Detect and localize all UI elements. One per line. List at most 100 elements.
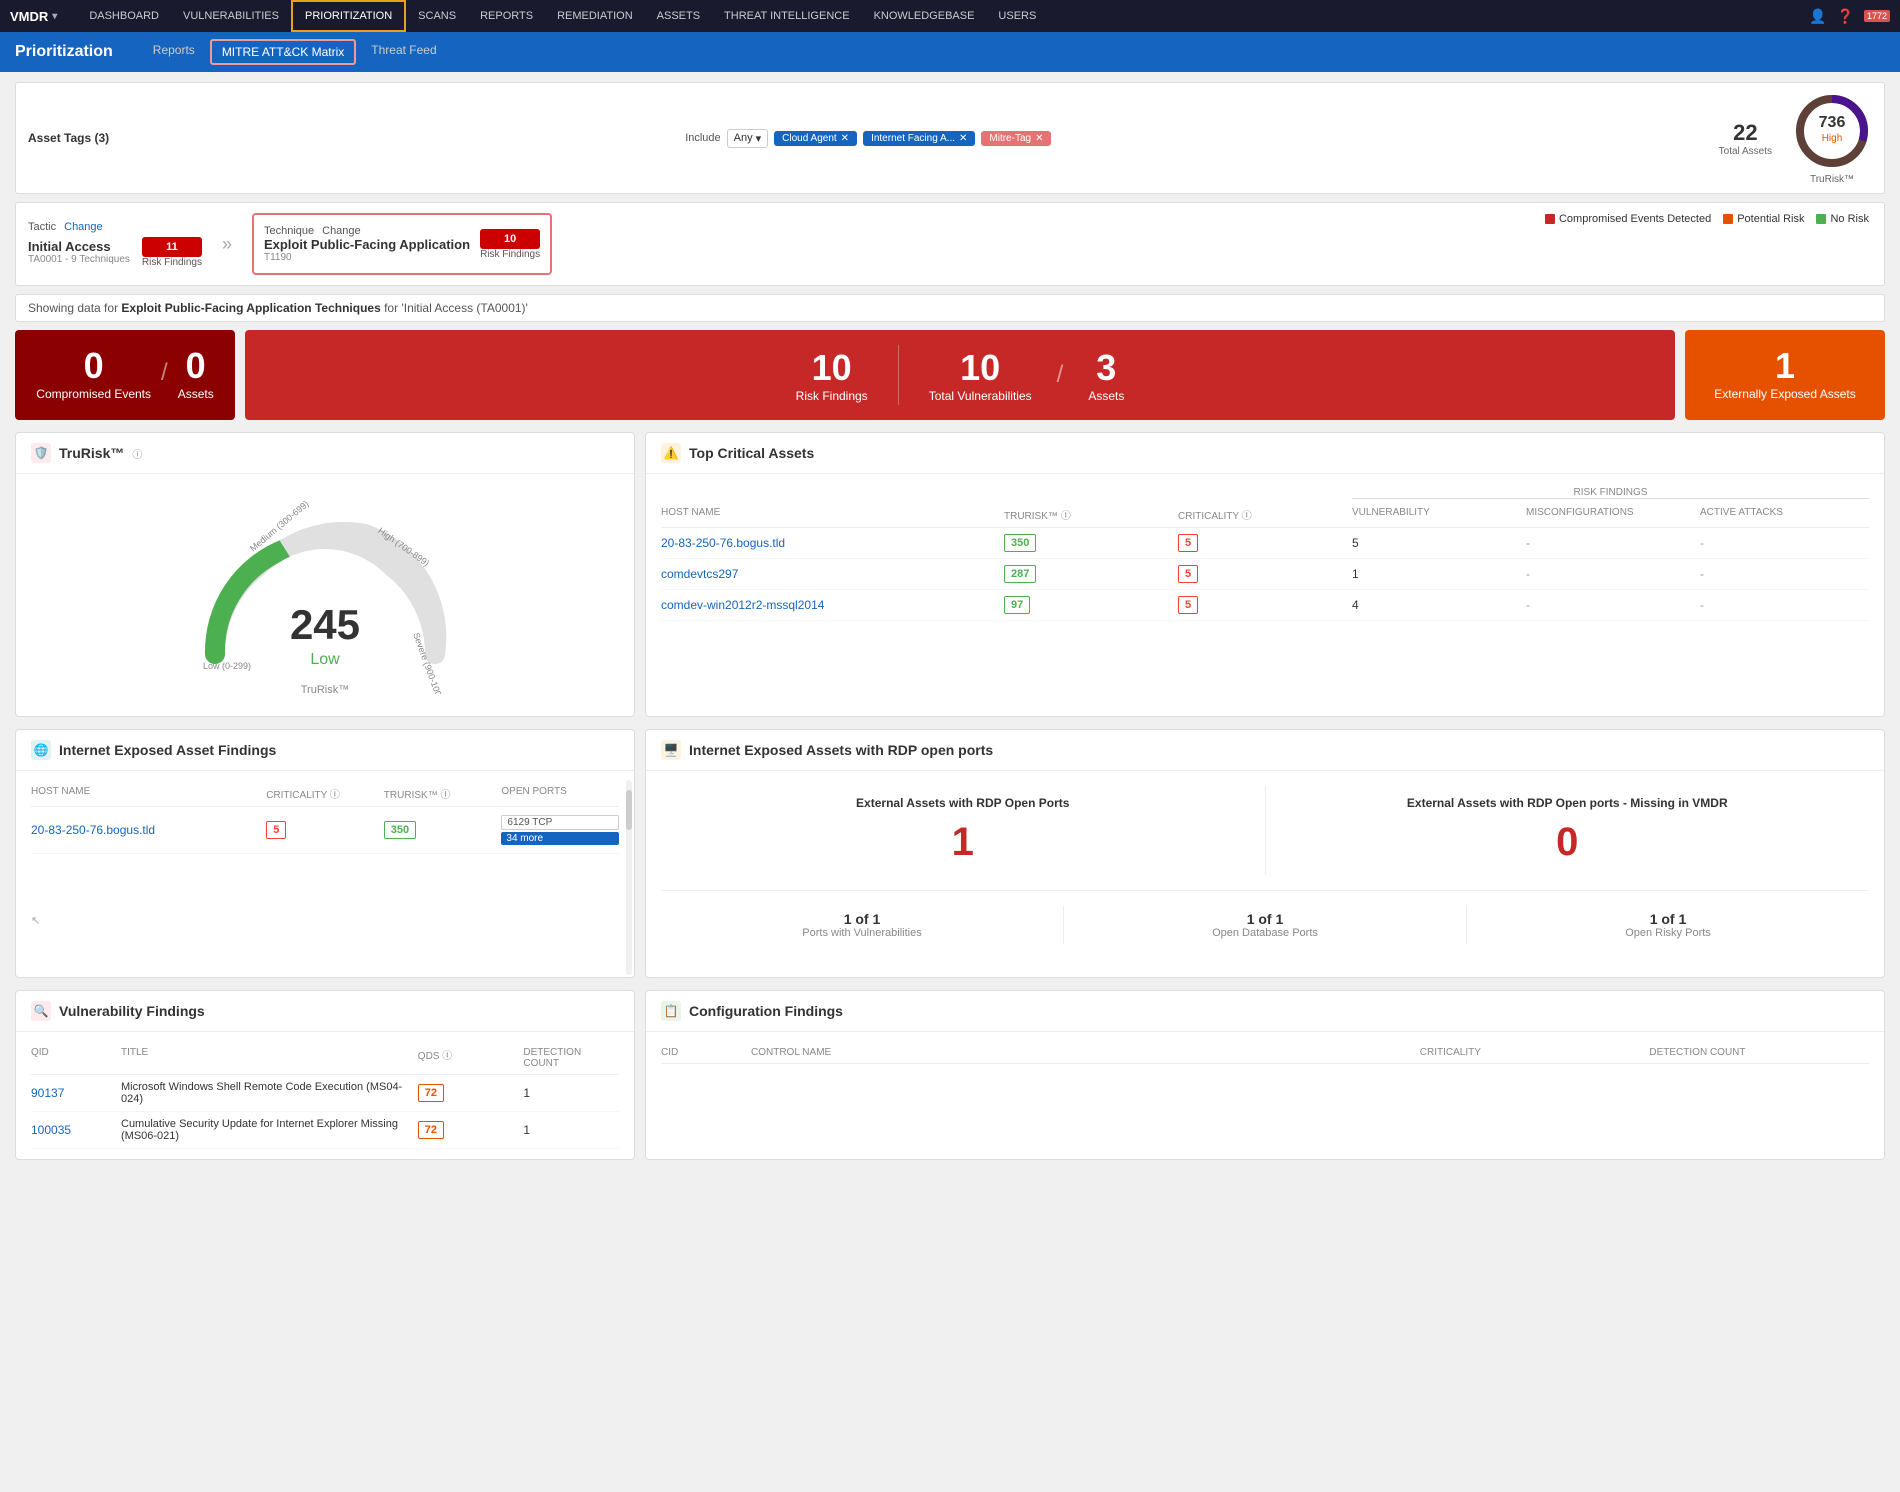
total-assets: 22 Total Assets (1719, 120, 1772, 157)
subnav-reports[interactable]: Reports (143, 39, 205, 65)
critical-assets-col-headers: HOST NAME TRURISK™ ⓘ CRITICALITY ⓘ VULNE… (661, 502, 1869, 528)
crit-col-info[interactable]: ⓘ (1242, 511, 1252, 522)
crit-info-icon[interactable]: ⓘ (330, 790, 340, 801)
tactic-badge-container: 11 Risk Findings (142, 237, 202, 268)
cursor-area: ↖ (16, 864, 634, 977)
detection-2: 1 (523, 1123, 619, 1137)
qid-link-1[interactable]: 90137 (31, 1086, 111, 1100)
trurisk-info-icon-exp[interactable]: ⓘ (440, 790, 450, 801)
technique-label: Technique Change (264, 225, 470, 237)
include-label: Include (685, 132, 720, 144)
col-vulnerability: VULNERABILITY (1352, 507, 1521, 522)
nav-users[interactable]: USERS (986, 0, 1048, 32)
more-ports-tag[interactable]: 34 more (501, 832, 619, 845)
vuln-icon: 🔍 (31, 1001, 51, 1021)
user-icon[interactable]: 👤 (1809, 8, 1826, 25)
tag-mitre[interactable]: Mitre-Tag ✕ (981, 131, 1051, 146)
remove-tag-cloud-agent[interactable]: ✕ (841, 133, 849, 144)
rdp-header: 🖥️ Internet Exposed Assets with RDP open… (646, 730, 1884, 771)
vuln-panel: 🔍 Vulnerability Findings QID TITLE QDS ⓘ… (15, 990, 635, 1160)
trurisk-info-icon[interactable]: ⓘ (132, 446, 142, 461)
host-link-2[interactable]: comdevtcs297 (661, 567, 999, 581)
qds-score-1: 72 (418, 1084, 514, 1102)
tactic-section: Tactic Change Initial Access TA0001 - 9 … (15, 202, 1885, 286)
asset-row-1: 20-83-250-76.bogus.tld 5 350 6129 TCP 34… (31, 807, 619, 854)
card-compromised: 0 Compromised Events / 0 Assets (15, 330, 235, 420)
nav-dashboard[interactable]: DASHBOARD (77, 0, 171, 32)
misconfig-2: - (1526, 567, 1695, 581)
remove-tag-mitre[interactable]: ✕ (1035, 133, 1043, 144)
nav-prioritization[interactable]: PRIORITIZATION (291, 0, 406, 32)
qid-link-2[interactable]: 100035 (31, 1123, 111, 1137)
technique-change-link[interactable]: Change (322, 225, 361, 237)
summary-cards: 0 Compromised Events / 0 Assets 10 Risk … (15, 330, 1885, 420)
nav-threat-intelligence[interactable]: THREAT INTELLIGENCE (712, 0, 862, 32)
attacks-3: - (1700, 598, 1869, 612)
nav-scans[interactable]: SCANS (406, 0, 468, 32)
nav-assets[interactable]: ASSETS (645, 0, 712, 32)
total-vuln-group: 10 Total Vulnerabilities (929, 347, 1032, 403)
col-active-attacks: ACTIVE ATTACKS (1700, 507, 1869, 522)
col-cid: CID (661, 1047, 741, 1058)
logo-chevron[interactable]: ▾ (52, 11, 57, 22)
card-risk-findings: 10 Risk Findings 10 Total Vulnerabilitie… (245, 330, 1675, 420)
asset-tags-title: Asset Tags (3) (28, 131, 675, 145)
trurisk-col-info[interactable]: ⓘ (1061, 511, 1071, 522)
col-crit: CRITICALITY ⓘ (266, 786, 384, 801)
crit-score-1: 5 (1178, 534, 1347, 552)
tag-filter: Include Any ▾ Cloud Agent ✕ Internet Fac… (685, 129, 1051, 148)
any-dropdown[interactable]: Any ▾ (727, 129, 769, 148)
critical-row-3: comdev-win2012r2-mssql2014 97 5 4 - - (661, 590, 1869, 621)
card1-assets-group: 0 Assets (178, 345, 214, 401)
top-navigation: VMDR ▾ DASHBOARD VULNERABILITIES PRIORIT… (0, 0, 1900, 32)
internet-exposed-table: HOST NAME CRITICALITY ⓘ TRURISK™ ⓘ OPEN … (16, 771, 634, 864)
stats-right: 22 Total Assets 736 High TruRisk™ (1719, 91, 1872, 185)
tag-internet-facing[interactable]: Internet Facing A... ✕ (863, 131, 975, 146)
row-exposed-rdp: 🌐 Internet Exposed Asset Findings HOST N… (15, 729, 1885, 978)
vuln-1: 5 (1352, 536, 1521, 550)
tactic-change-link[interactable]: Change (64, 221, 103, 233)
subnav-mitre[interactable]: MITRE ATT&CK Matrix (210, 39, 356, 65)
card2-assets-group: 3 Assets (1088, 347, 1124, 403)
tag-cloud-agent[interactable]: Cloud Agent ✕ (774, 131, 857, 146)
info-bar: Showing data for Exploit Public-Facing A… (15, 294, 1885, 322)
nav-vulnerabilities[interactable]: VULNERABILITIES (171, 0, 291, 32)
internet-exposed-header: 🌐 Internet Exposed Asset Findings (16, 730, 634, 771)
misconfig-3: - (1526, 598, 1695, 612)
legend-dot-green (1816, 214, 1826, 224)
scroll-thumb[interactable] (626, 790, 632, 830)
legend-compromised: Compromised Events Detected (1545, 213, 1711, 225)
scrollbar[interactable] (626, 780, 632, 975)
asset-crit: 5 (266, 821, 384, 839)
col-host: HOST NAME (661, 507, 999, 522)
vuln-3: 4 (1352, 598, 1521, 612)
compromised-num-group: 0 Compromised Events (36, 345, 151, 401)
col-criticality-cfg: CRITICALITY (1420, 1047, 1640, 1058)
notification-badge[interactable]: 1772 (1864, 10, 1890, 22)
critical-row-2: comdevtcs297 287 5 1 - - (661, 559, 1869, 590)
info-bar-bold: Exploit Public-Facing Application Techni… (121, 301, 380, 315)
remove-tag-internet-facing[interactable]: ✕ (959, 133, 967, 144)
asset-host-link[interactable]: 20-83-250-76.bogus.tld (31, 823, 266, 837)
critical-assets-header: ⚠️ Top Critical Assets (646, 433, 1884, 474)
card-risk-row: 10 Risk Findings 10 Total Vulnerabilitie… (265, 345, 1655, 405)
nav-knowledgebase[interactable]: KNOWLEDGEBASE (862, 0, 987, 32)
help-icon[interactable]: ❓ (1837, 8, 1854, 25)
host-link-1[interactable]: 20-83-250-76.bogus.tld (661, 536, 999, 550)
host-link-3[interactable]: comdev-win2012r2-mssql2014 (661, 598, 999, 612)
col-criticality: CRITICALITY ⓘ (1178, 507, 1347, 522)
card-externally-exposed[interactable]: 1 Externally Exposed Assets (1685, 330, 1885, 420)
misconfig-1: - (1526, 536, 1695, 550)
tactic-info: Initial Access TA0001 - 9 Techniques (28, 239, 130, 265)
vmdr-logo[interactable]: VMDR ▾ (10, 9, 57, 24)
critical-assets-table: RISK FINDINGS HOST NAME TRURISK™ ⓘ CRITI… (646, 474, 1884, 631)
config-icon: 📋 (661, 1001, 681, 1021)
row-trurisk-critical: 🛡️ TruRisk™ ⓘ 245 L (15, 432, 1885, 717)
cursor-icon: ↖ (31, 915, 40, 927)
nav-remediation[interactable]: REMEDIATION (545, 0, 645, 32)
critical-assets-panel: ⚠️ Top Critical Assets RISK FINDINGS HOS… (645, 432, 1885, 717)
qds-info-icon[interactable]: ⓘ (442, 1051, 452, 1062)
subnav-threat-feed[interactable]: Threat Feed (361, 39, 446, 65)
nav-reports[interactable]: REPORTS (468, 0, 545, 32)
asset-open-ports: 6129 TCP 34 more (501, 815, 619, 845)
